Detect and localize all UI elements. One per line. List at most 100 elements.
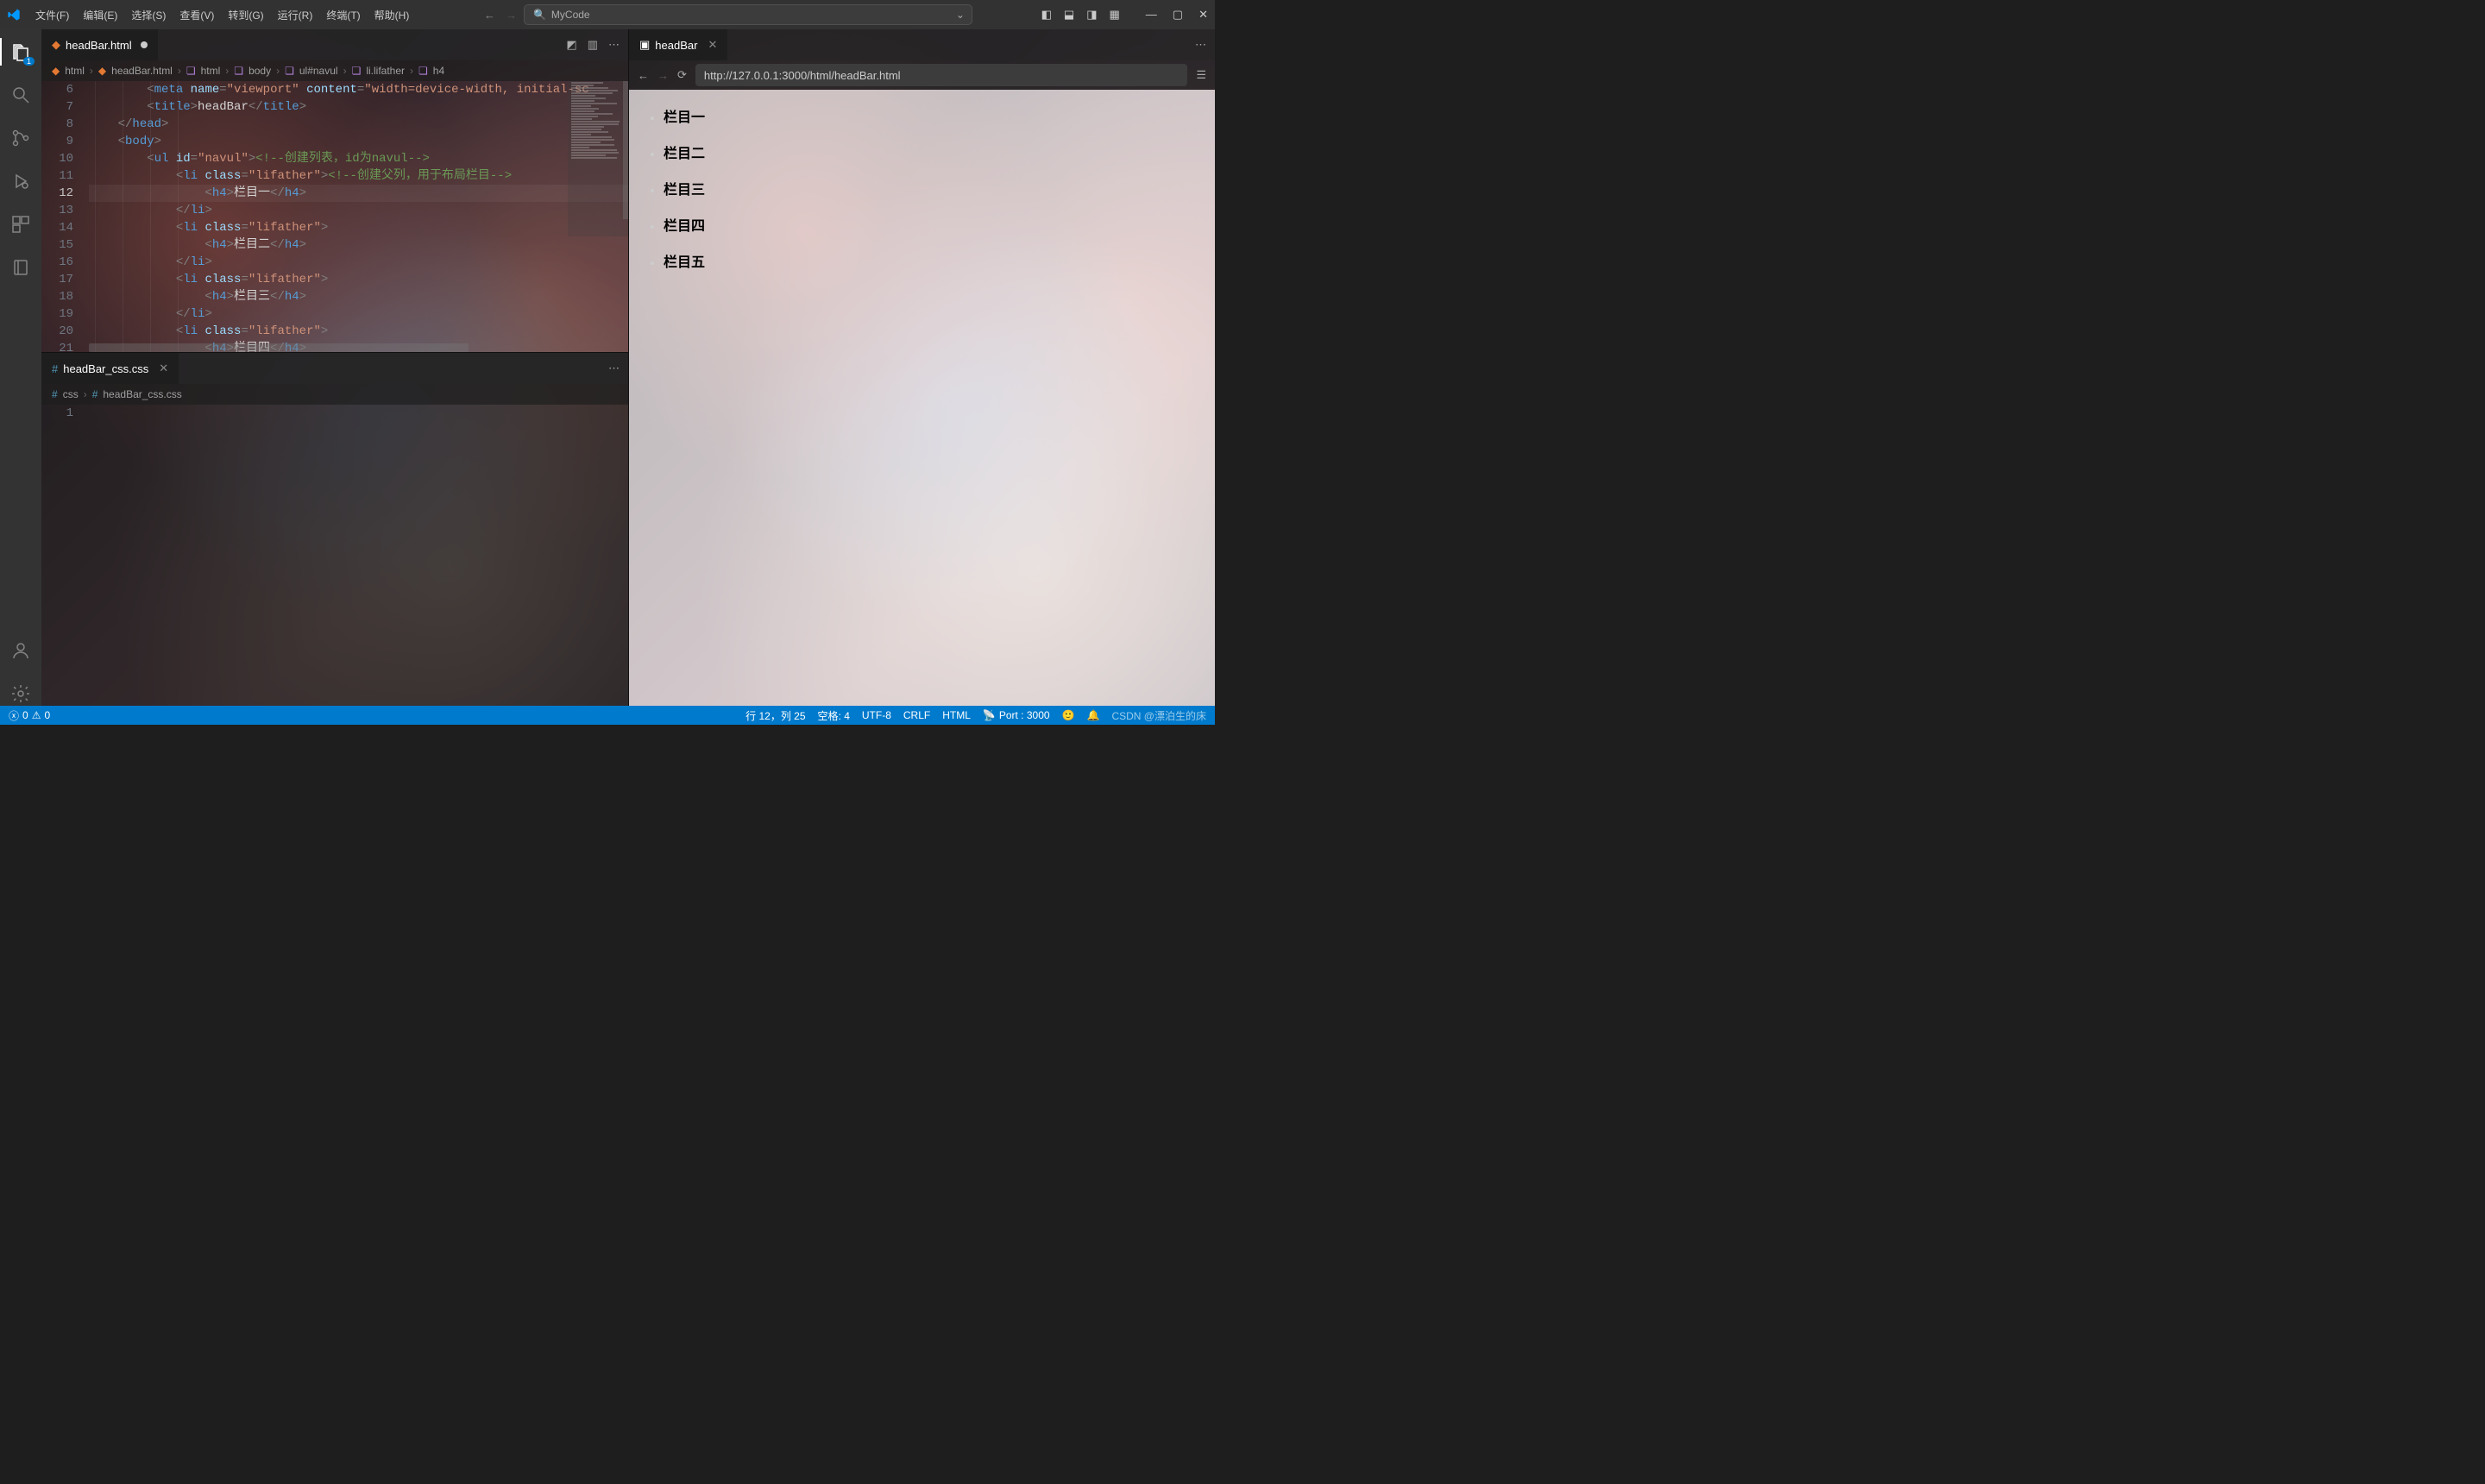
horizontal-scrollbar[interactable] — [89, 343, 469, 352]
code-editor-top[interactable]: 678910111213141516171819202122 <meta nam… — [41, 81, 628, 352]
layout-toggle-left-icon[interactable]: ◧ — [1041, 8, 1052, 22]
status-cursor[interactable]: 行 12，列 25 — [746, 708, 805, 723]
breadcrumb-item[interactable]: headBar.html — [111, 65, 173, 77]
breadcrumb-item[interactable]: h4 — [433, 65, 444, 77]
breadcrumb-item[interactable]: li.lifather — [366, 65, 405, 77]
menu-item[interactable]: 运行(R) — [272, 5, 319, 25]
preview-viewport[interactable]: 栏目一栏目二栏目三栏目四栏目五 — [629, 90, 1215, 706]
breadcrumb-separator: › — [90, 65, 93, 77]
status-problems[interactable]: ⓧ0 ⚠0 — [9, 708, 50, 723]
preview-heading: 栏目一 — [664, 105, 1215, 126]
breadcrumbs-top[interactable]: ◆html›◆headBar.html›❏html›❏body›❏ul#navu… — [41, 60, 628, 81]
code-line[interactable]: <li class="lifather"><!--创建父列，用于布局栏目--> — [89, 167, 628, 185]
breadcrumb-item[interactable]: html — [65, 65, 85, 77]
code-editor-bottom[interactable]: 1 — [41, 405, 628, 706]
split-editor-icon[interactable]: ▥ — [588, 38, 598, 52]
explorer-icon[interactable]: 1 — [9, 40, 33, 64]
browser-forward-icon[interactable]: → — [657, 69, 669, 82]
file-icon: ◆ — [98, 65, 106, 77]
status-lang[interactable]: HTML — [942, 709, 971, 721]
browser-back-icon[interactable]: ← — [638, 69, 649, 82]
code-line[interactable]: <h4>栏目三</h4> — [89, 288, 628, 305]
breadcrumb-item[interactable]: css — [63, 388, 79, 400]
source-control-icon[interactable] — [9, 126, 33, 150]
dirty-indicator-icon — [141, 41, 148, 48]
status-port[interactable]: 📡 Port : 3000 — [983, 709, 1050, 721]
status-eol[interactable]: CRLF — [903, 709, 930, 721]
code-line[interactable]: <h4>栏目一</h4> — [89, 185, 628, 202]
breadcrumbs-bottom[interactable]: #css›#headBar_css.css — [41, 384, 628, 405]
code-line[interactable]: <body> — [89, 133, 628, 150]
code-line[interactable]: </li> — [89, 305, 628, 323]
code-line[interactable]: </li> — [89, 254, 628, 271]
tab-headbar-css[interactable]: # headBar_css.css ✕ — [41, 353, 179, 384]
more-actions-icon[interactable]: ⋯ — [608, 38, 620, 52]
menu-item[interactable]: 选择(S) — [125, 5, 172, 25]
symbol-icon: ❏ — [234, 65, 243, 77]
status-feedback-icon[interactable]: 🙂 — [1062, 709, 1075, 721]
minimap[interactable] — [568, 81, 628, 236]
preview-heading: 栏目三 — [664, 178, 1215, 198]
close-tab-icon[interactable]: ✕ — [159, 362, 168, 375]
menu-item[interactable]: 终端(T) — [320, 5, 366, 25]
command-center[interactable]: 🔍 MyCode ⌄ — [524, 4, 972, 25]
url-bar[interactable]: http://127.0.0.1:3000/html/headBar.html — [695, 64, 1187, 86]
book-icon[interactable] — [9, 255, 33, 280]
layout-customize-icon[interactable]: ▦ — [1110, 8, 1120, 22]
settings-gear-icon[interactable] — [9, 682, 33, 706]
code-line[interactable]: <li class="lifather"> — [89, 323, 628, 340]
code-line[interactable]: </li> — [89, 202, 628, 219]
code-line[interactable]: <meta name="viewport" content="width=dev… — [89, 81, 628, 98]
layout-toggle-bottom-icon[interactable]: ⬓ — [1064, 8, 1074, 22]
code-line[interactable]: <ul id="navul"><!--创建列表，id为navul--> — [89, 150, 628, 167]
extensions-icon[interactable] — [9, 212, 33, 236]
code-line[interactable]: <title>headBar</title> — [89, 98, 628, 116]
code-line[interactable]: <h4>栏目二</h4> — [89, 236, 628, 254]
menu-item[interactable]: 文件(F) — [29, 5, 75, 25]
reload-icon[interactable]: ⟳ — [677, 68, 687, 82]
explorer-badge: 1 — [23, 57, 35, 66]
watermark: CSDN @漂泊生的床 — [1111, 708, 1206, 723]
nav-forward-icon[interactable]: → — [506, 9, 517, 22]
nav-back-icon[interactable]: ← — [484, 9, 495, 22]
line-number: 9 — [41, 133, 73, 150]
symbol-icon: ❏ — [285, 65, 294, 77]
status-encoding[interactable]: UTF-8 — [862, 709, 891, 721]
run-debug-icon[interactable] — [9, 169, 33, 193]
breadcrumb-item[interactable]: html — [201, 65, 221, 77]
compare-changes-icon[interactable]: ◩ — [566, 38, 576, 52]
menu-item[interactable]: 转到(G) — [222, 5, 269, 25]
line-number: 6 — [41, 81, 73, 98]
menu-item[interactable]: 帮助(H) — [368, 5, 416, 25]
html-file-icon: ◆ — [52, 38, 60, 52]
more-actions-icon[interactable]: ⋯ — [608, 362, 620, 375]
breadcrumb-item[interactable]: body — [248, 65, 271, 77]
menu-item[interactable]: 查看(V) — [173, 5, 220, 25]
line-number: 7 — [41, 98, 73, 116]
close-tab-icon[interactable]: ✕ — [708, 38, 717, 52]
symbol-icon: ❏ — [352, 65, 362, 77]
account-icon[interactable] — [9, 638, 33, 663]
search-activity-icon[interactable] — [9, 83, 33, 107]
maximize-icon[interactable]: ▢ — [1173, 8, 1183, 22]
breadcrumb-item[interactable]: ul#navul — [299, 65, 338, 77]
status-indent[interactable]: 空格: 4 — [818, 708, 850, 723]
line-number: 1 — [41, 405, 73, 422]
status-bell-icon[interactable]: 🔔 — [1087, 709, 1100, 721]
url-text: http://127.0.0.1:3000/html/headBar.html — [704, 69, 901, 82]
menu-icon[interactable]: ☰ — [1196, 68, 1206, 82]
layout-toggle-right-icon[interactable]: ◨ — [1086, 8, 1097, 22]
css-file-icon: # — [92, 388, 98, 400]
line-number: 15 — [41, 236, 73, 254]
code-line[interactable]: </head> — [89, 116, 628, 133]
more-actions-icon[interactable]: ⋯ — [1195, 38, 1206, 51]
minimize-icon[interactable]: — — [1146, 8, 1157, 22]
close-icon[interactable]: ✕ — [1198, 8, 1208, 22]
vertical-scrollbar[interactable] — [623, 81, 628, 219]
tab-preview[interactable]: ▣ headBar ✕ — [629, 29, 728, 60]
menu-item[interactable]: 编辑(E) — [77, 5, 123, 25]
tab-headbar-html[interactable]: ◆ headBar.html — [41, 29, 159, 60]
breadcrumb-item[interactable]: headBar_css.css — [103, 388, 181, 400]
code-line[interactable]: <li class="lifather"> — [89, 219, 628, 236]
code-line[interactable]: <li class="lifather"> — [89, 271, 628, 288]
